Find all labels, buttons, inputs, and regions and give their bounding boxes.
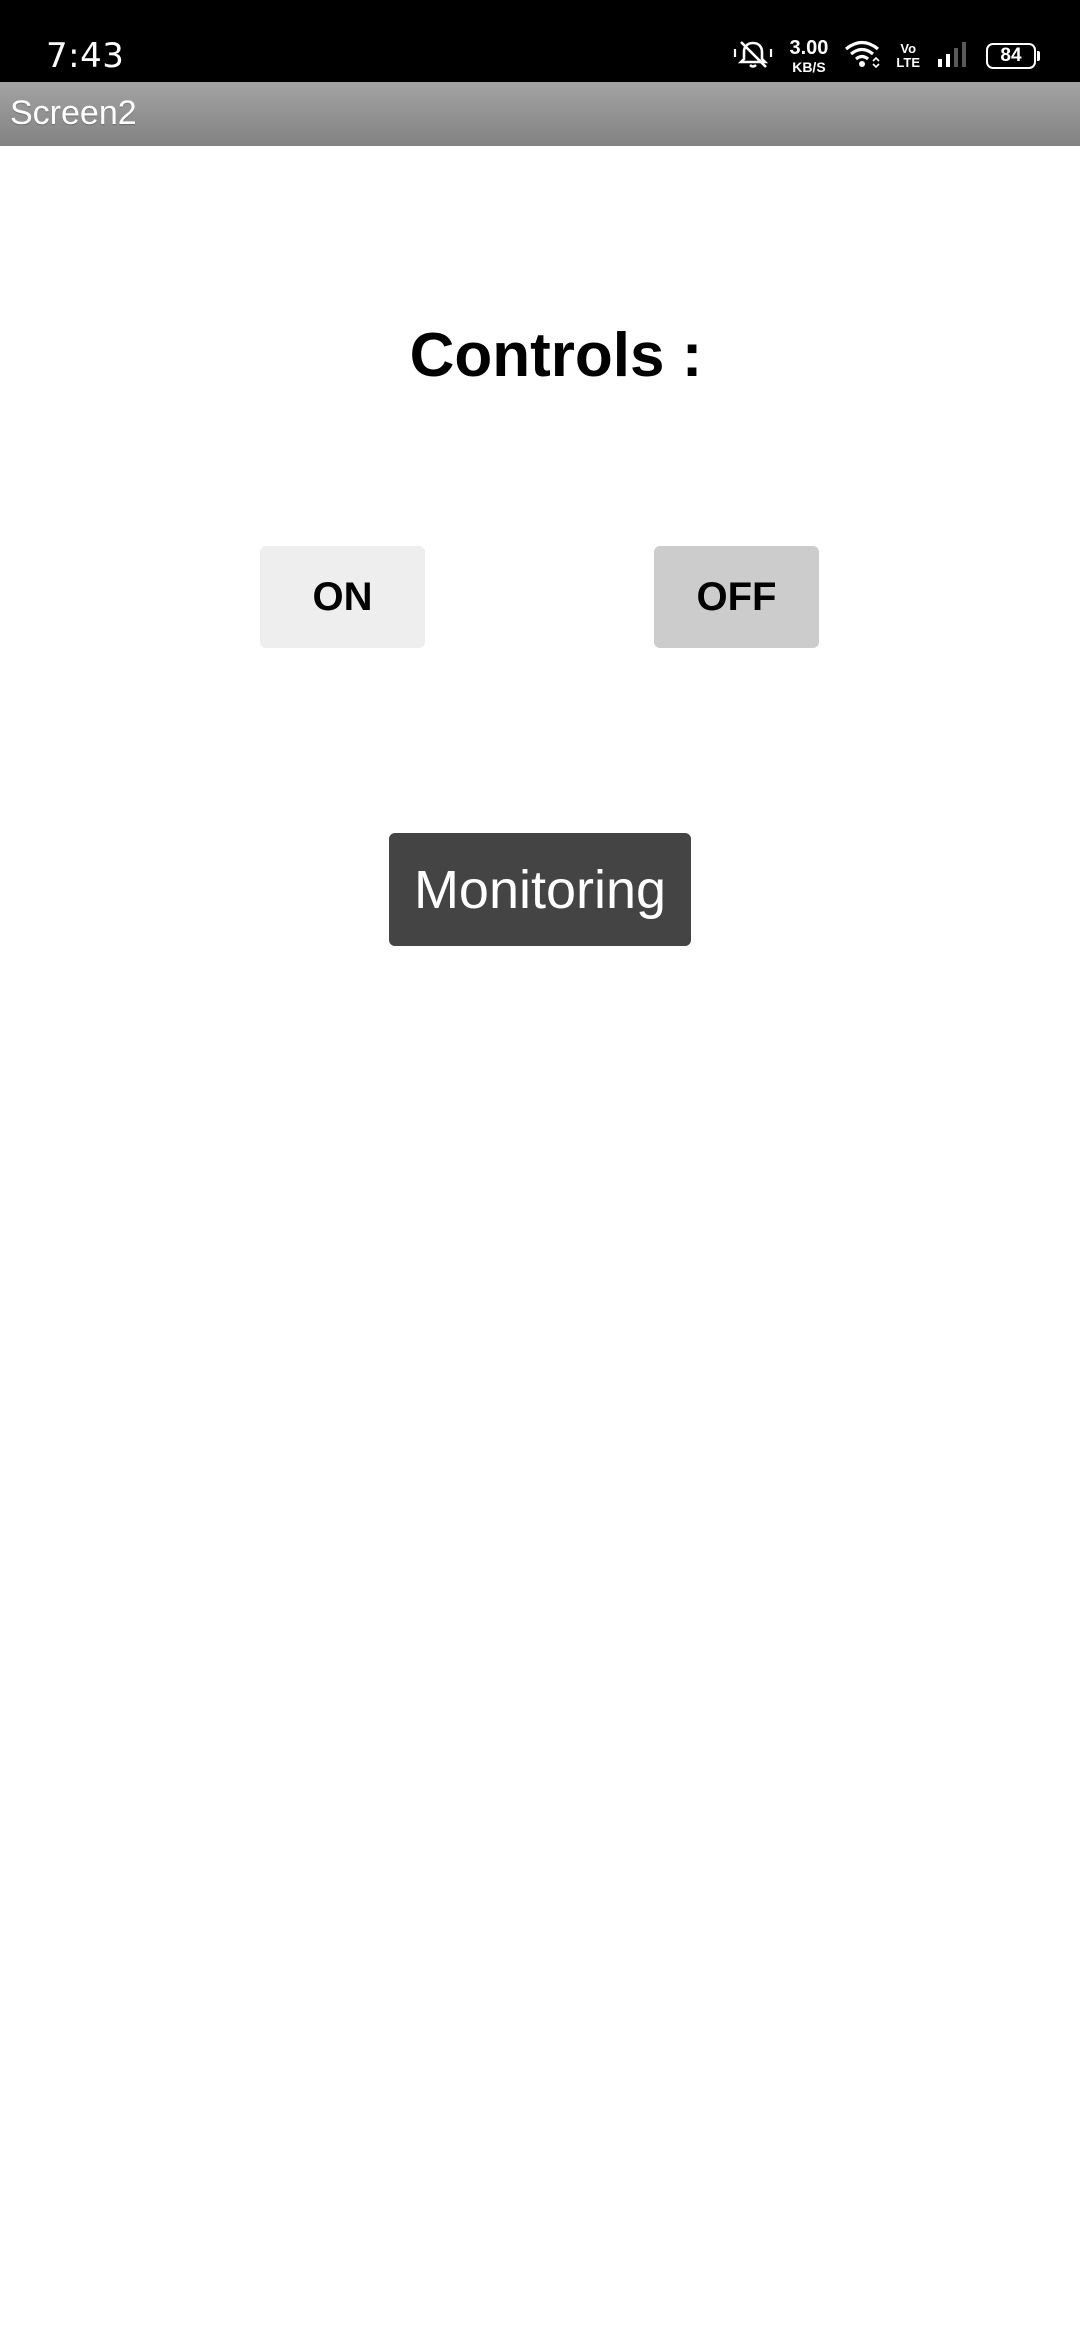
network-speed-unit: KB/S (792, 59, 826, 75)
controls-heading: Controls : (409, 321, 703, 390)
cell-signal-icon (936, 39, 970, 73)
status-time: 7:43 (46, 36, 125, 76)
on-button[interactable]: ON (260, 546, 425, 648)
status-bar: 7:43 3.00 KB/S Vo LTE 84 (0, 0, 1080, 82)
battery-icon: 84 (986, 43, 1040, 69)
network-speed: 3.00 KB/S (789, 38, 828, 74)
screen-title: Screen2 (10, 94, 137, 132)
monitoring-button[interactable]: Monitoring (389, 833, 691, 946)
off-button[interactable]: OFF (654, 546, 819, 648)
title-bar: Screen2 (0, 82, 1080, 146)
battery-level: 84 (1000, 45, 1022, 66)
volte-top: Vo (900, 41, 917, 57)
volte-indicator: Vo LTE (896, 42, 920, 69)
bell-off-icon (733, 38, 773, 74)
network-speed-value: 3.00 (789, 37, 829, 59)
volte-bottom: LTE (896, 55, 920, 70)
status-icons: 3.00 KB/S Vo LTE 84 (733, 36, 1040, 76)
wifi-icon (844, 39, 880, 73)
